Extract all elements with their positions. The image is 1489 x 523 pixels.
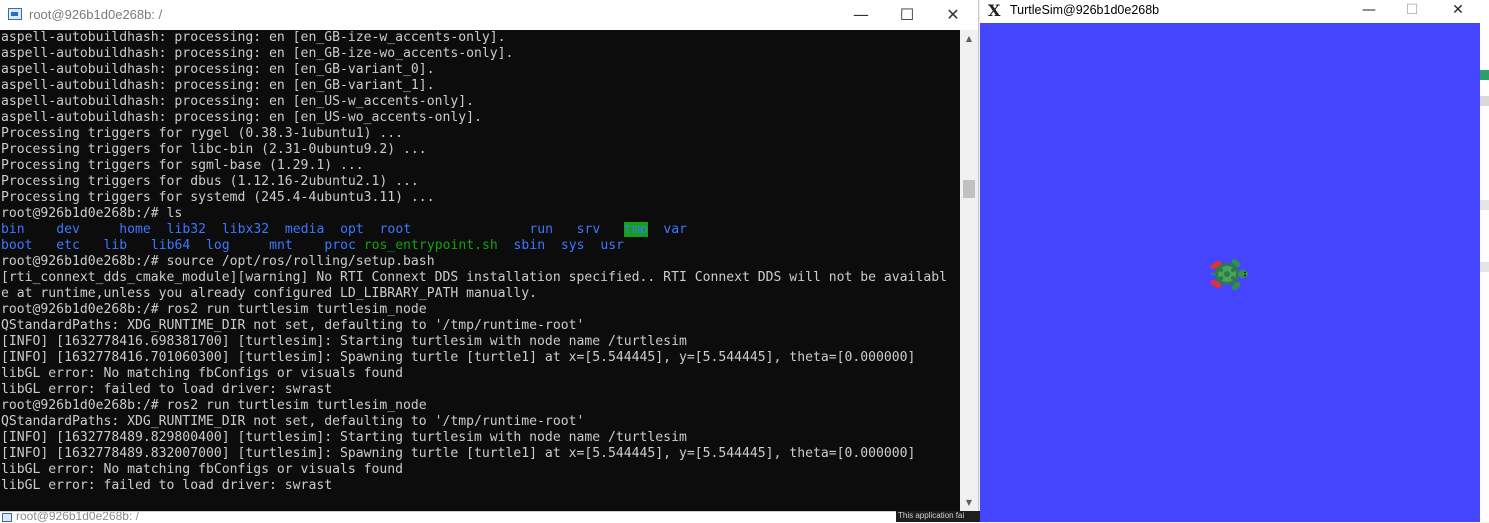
terminal-line: [INFO] [1632778489.829800400] [turtlesim… [1,430,687,445]
terminal-titlebar[interactable]: root@926b1d0e268b: / — ☐ ✕ [0,0,978,30]
ls-entry: libx32 [221,222,270,237]
minimize-button[interactable]: — [838,0,884,30]
turtlesim-title: TurtleSim@926b1d0e268b [1010,3,1160,17]
ls-entry: media [284,222,325,237]
partial-app-text: This application fai [898,511,965,520]
ls-entry: ros_entrypoint.sh [363,238,498,253]
ls-output-row: boot etc lib lib64 log mnt proc ros_entr… [1,238,960,254]
console-app-icon [8,8,22,20]
scroll-up-arrow-icon[interactable]: ▲ [960,30,978,47]
turtlesim-maximize-button[interactable]: ☐ [1392,0,1432,23]
ls-entry: sbin [513,238,546,253]
scroll-down-arrow-icon[interactable]: ▼ [960,494,978,511]
terminal-line: aspell-autobuildhash: processing: en [en… [1,62,435,77]
terminal-line: aspell-autobuildhash: processing: en [en… [1,78,435,93]
turtlesim-canvas[interactable] [980,23,1480,522]
terminal-line: [INFO] [1632778416.698381700] [turtlesim… [1,334,687,349]
terminal-line: Processing triggers for systemd (245.4-4… [1,190,435,205]
ls-entry: mnt [269,238,293,253]
ls-entry: lib [103,238,128,253]
ls-entry: lib64 [150,238,191,253]
ls-entry: etc [56,238,80,253]
edge-app-icon [1480,70,1489,80]
terminal-line: root@926b1d0e268b:/# ls [1,206,183,221]
turtlesim-minimize-button[interactable]: — [1349,0,1389,23]
console-app-icon [2,513,12,522]
partial-app-window[interactable]: This application fai [896,511,980,522]
ls-entry: sys [560,238,585,253]
close-button[interactable]: ✕ [930,0,976,30]
turtlesim-window[interactable]: X TurtleSim@926b1d0e268b — ☐ ✕ [980,0,1480,522]
background-window-strip[interactable]: root@926b1d0e268b: / [0,511,980,523]
terminal-lines: aspell-autobuildhash: processing: en [en… [0,30,960,494]
terminal-output[interactable]: aspell-autobuildhash: processing: en [en… [0,30,960,511]
background-window-title: root@926b1d0e268b: / [16,511,139,523]
terminal-line: [rti_connext_dds_cmake_module][warning] … [1,270,947,285]
ls-entry: boot [1,238,33,253]
terminal-line: Processing triggers for sgml-base (1.29.… [1,158,364,173]
scrollbar-thumb[interactable] [963,180,975,198]
ls-entry: home [119,222,151,237]
terminal-line: aspell-autobuildhash: processing: en [en… [1,46,514,61]
terminal-scrollbar[interactable]: ▲ ▼ [960,30,978,511]
terminal-window[interactable]: root@926b1d0e268b: / — ☐ ✕ aspell-autobu… [0,0,979,511]
ls-entry: log [206,238,230,253]
terminal-line: root@926b1d0e268b:/# ros2 run turtlesim … [1,302,427,317]
terminal-line: QStandardPaths: XDG_RUNTIME_DIR not set,… [1,414,585,429]
x11-icon: X [988,1,1001,20]
terminal-line: libGL error: failed to load driver: swra… [1,382,333,397]
ls-entry: var [663,222,688,237]
terminal-line: Processing triggers for dbus (1.12.16-2u… [1,174,419,189]
ls-entry: lib32 [166,222,207,237]
terminal-line: Processing triggers for libc-bin (2.31-0… [1,142,427,157]
terminal-line: libGL error: No matching fbConfigs or vi… [1,366,404,381]
turtlesim-close-button[interactable]: ✕ [1438,0,1478,23]
turtlesim-titlebar[interactable]: X TurtleSim@926b1d0e268b — ☐ ✕ [980,0,1480,23]
terminal-line: root@926b1d0e268b:/# source /opt/ros/rol… [1,254,435,269]
edge-app-icon [1480,262,1489,272]
terminal-title: root@926b1d0e268b: / [29,7,163,22]
ls-output-row: bin dev home lib32 libx32 media opt root… [1,222,960,238]
turtle-icon [1210,259,1248,290]
background-window-edge [1480,0,1489,522]
maximize-button[interactable]: ☐ [884,0,930,30]
ls-entry: bin [1,222,25,237]
terminal-line: [INFO] [1632778416.701060300] [turtlesim… [1,350,916,365]
edge-app-icon [1480,200,1489,210]
terminal-line: [INFO] [1632778489.832007000] [turtlesim… [1,446,916,461]
terminal-line: aspell-autobuildhash: processing: en [en… [1,94,474,109]
terminal-line: root@926b1d0e268b:/# ros2 run turtlesim … [1,398,427,413]
ls-entry: root [379,222,412,237]
ls-entry: tmp [623,222,648,237]
ls-entry: run [529,222,553,237]
ls-entry: proc [324,238,356,253]
terminal-line: libGL error: failed to load driver: swra… [1,478,333,493]
terminal-line: e at runtime,unless you already configur… [1,286,538,301]
terminal-line: QStandardPaths: XDG_RUNTIME_DIR not set,… [1,318,585,333]
terminal-line: Processing triggers for rygel (0.38.3-1u… [1,126,404,141]
ls-entry: usr [600,238,624,253]
ls-entry: dev [56,222,80,237]
ls-entry: srv [576,222,601,237]
terminal-line: aspell-autobuildhash: processing: en [en… [1,30,506,45]
edge-app-icon [1480,96,1489,106]
ls-entry: opt [340,222,364,237]
terminal-line: libGL error: No matching fbConfigs or vi… [1,462,404,477]
terminal-line: aspell-autobuildhash: processing: en [en… [1,110,482,125]
